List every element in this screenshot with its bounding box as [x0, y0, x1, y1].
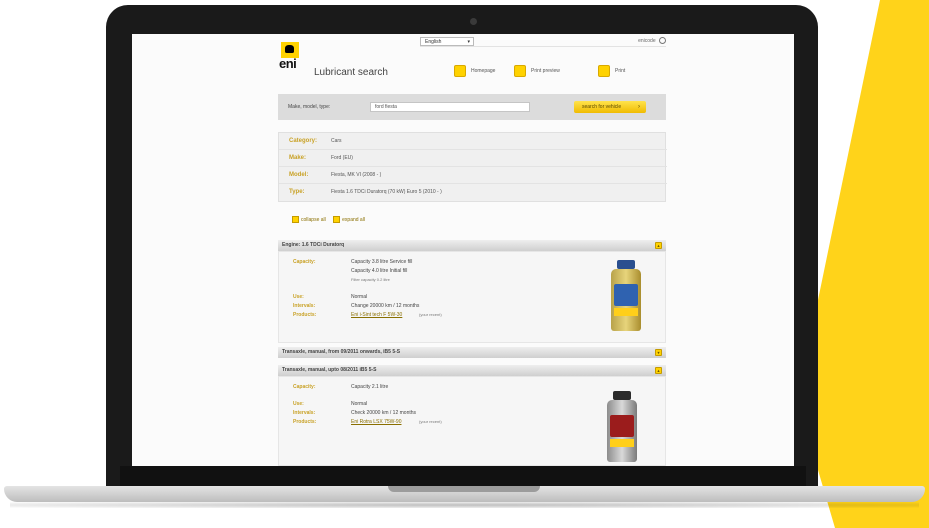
row-label: Products: — [293, 419, 317, 425]
section-header-engine[interactable]: Engine: 1.6 TDCi Duratorq ▴ — [278, 240, 666, 251]
six-legged-dog-shape — [285, 45, 294, 53]
top-bar-right[interactable]: enicode — [638, 37, 666, 46]
browser-screen: English ▾ enicode eni Lubricant search H… — [132, 34, 794, 466]
criteria-value: Cars — [331, 138, 342, 144]
top-bar: English ▾ enicode — [420, 37, 666, 47]
criteria-row-model[interactable]: Model: Fiesta, MK VI (2008 - ) — [279, 167, 667, 184]
criteria-value: Fiesta, MK VI (2008 - ) — [331, 172, 382, 178]
search-label: Make, model, type: — [288, 104, 331, 110]
section-body-transaxle: Capacity: Capacity 2.1 litre Use: Normal… — [278, 376, 666, 466]
language-select[interactable]: English ▾ — [420, 37, 474, 46]
criteria-row-category[interactable]: Category: Cars — [279, 133, 667, 150]
bottle-cap — [613, 391, 631, 400]
expand-all-link[interactable]: expand all — [333, 216, 365, 223]
row-value: Normal — [351, 294, 368, 300]
bottle-stripe — [610, 439, 634, 447]
row-value: Normal — [351, 401, 368, 407]
criteria-label: Type: — [289, 189, 305, 195]
search-button-label: search for vehicle — [582, 104, 622, 110]
search-vehicle-button[interactable]: search for vehicle › — [574, 101, 646, 113]
laptop-base-notch — [388, 486, 540, 492]
row-value: Check 20000 km / 12 months — [351, 410, 417, 416]
globe-icon — [659, 37, 666, 45]
laptop-bottom-bezel — [120, 466, 806, 487]
search-bar: Make, model, type: ford fiesta search fo… — [278, 94, 666, 120]
search-input[interactable]: ford fiesta — [370, 102, 530, 112]
row-label: Intervals: — [293, 303, 316, 309]
nav-print[interactable]: Print — [598, 64, 625, 78]
criteria-label: Make: — [289, 155, 307, 161]
product-suffix: (your recent) — [419, 312, 442, 317]
row-value: Capacity 4.0 litre Initial fill — [351, 268, 408, 274]
criteria-row-make[interactable]: Make: Ford (EU) — [279, 150, 667, 167]
row-label: Products: — [293, 312, 317, 318]
row-value: Filter capacity 0.2 litre — [351, 277, 390, 282]
criteria-row-type[interactable]: Type: Fiesta 1.6 TDCi Duratorq (70 kW) E… — [279, 184, 667, 201]
collapse-all-link[interactable]: collapse all — [292, 216, 326, 223]
collapse-all-label: collapse all — [301, 216, 326, 223]
product-suffix: (your recent) — [419, 419, 442, 424]
eni-logo[interactable]: eni — [279, 42, 301, 71]
nav-homepage-label: Homepage — [471, 68, 496, 74]
section-title: Transaxle, manual, from 09/2011 onwards,… — [282, 349, 401, 355]
page-title: Lubricant search — [314, 67, 388, 78]
bottle-cap — [617, 260, 635, 269]
laptop-camera — [470, 18, 477, 25]
expand-toggle-icon[interactable]: ▾ — [655, 349, 662, 356]
product-link[interactable]: Eni i-Sint tech F 5W-30 — [351, 312, 402, 318]
laptop-shadow — [10, 502, 919, 508]
section-header-transaxle-upto-2011[interactable]: Transaxle, manual, upto 08/2011 iB5 5-S … — [278, 365, 666, 376]
row-label: Use: — [293, 294, 304, 300]
chevron-right-icon: › — [638, 104, 640, 110]
product-bottle-image[interactable] — [605, 391, 639, 463]
nav-print-preview[interactable]: Print preview — [514, 64, 560, 78]
criteria-value: Ford (EU) — [331, 155, 353, 161]
chevron-down-icon: ▾ — [467, 39, 470, 45]
row-label: Capacity: — [293, 259, 316, 265]
nav-homepage[interactable]: Homepage — [454, 64, 495, 78]
section-title: Transaxle, manual, upto 08/2011 iB5 5-S — [282, 367, 377, 373]
collapse-icon — [292, 216, 299, 223]
expand-icon — [333, 216, 341, 223]
section-header-transaxle-2011-onwards[interactable]: Transaxle, manual, from 09/2011 onwards,… — [278, 347, 666, 358]
bottle-label — [614, 284, 638, 306]
expand-all-label: expand all — [342, 216, 365, 223]
row-label: Capacity: — [293, 384, 316, 390]
row-value: Capacity 3.8 litre Service fill — [351, 259, 413, 265]
vehicle-criteria: Category: Cars Make: Ford (EU) Model: Fi… — [278, 132, 667, 202]
criteria-label: Category: — [289, 138, 318, 144]
product-link[interactable]: Eni Rotra LSX 75W-90 — [351, 419, 402, 425]
criteria-value: Fiesta 1.6 TDCi Duratorq (70 kW) Euro 5 … — [331, 189, 442, 195]
collapse-toggle-icon[interactable]: ▴ — [655, 242, 662, 249]
expand-collapse-links: collapse all expand all — [292, 216, 371, 223]
print-preview-icon — [514, 65, 526, 77]
bottle-stripe — [614, 308, 638, 316]
row-value: Change 20000 km / 12 months — [351, 303, 420, 309]
product-bottle-image[interactable] — [609, 260, 643, 332]
nav-print-preview-label: Print preview — [531, 68, 560, 74]
section-body-engine: Capacity: Capacity 3.8 litre Service fil… — [278, 251, 666, 343]
section-title: Engine: 1.6 TDCi Duratorq — [282, 242, 345, 248]
criteria-label: Model: — [289, 172, 309, 178]
marketing-stage: English ▾ enicode eni Lubricant search H… — [0, 0, 929, 528]
language-value: English — [425, 39, 442, 45]
bottle-label — [610, 415, 634, 437]
top-bar-right-label: enicode — [638, 38, 656, 44]
row-label: Intervals: — [293, 410, 316, 416]
nav-print-label: Print — [615, 68, 626, 74]
row-label: Use: — [293, 401, 304, 407]
row-value: Capacity 2.1 litre — [351, 384, 389, 390]
home-icon — [454, 65, 466, 77]
collapse-toggle-icon[interactable]: ▴ — [655, 367, 662, 374]
brand-wordmark: eni — [279, 56, 297, 71]
print-icon — [598, 65, 610, 77]
